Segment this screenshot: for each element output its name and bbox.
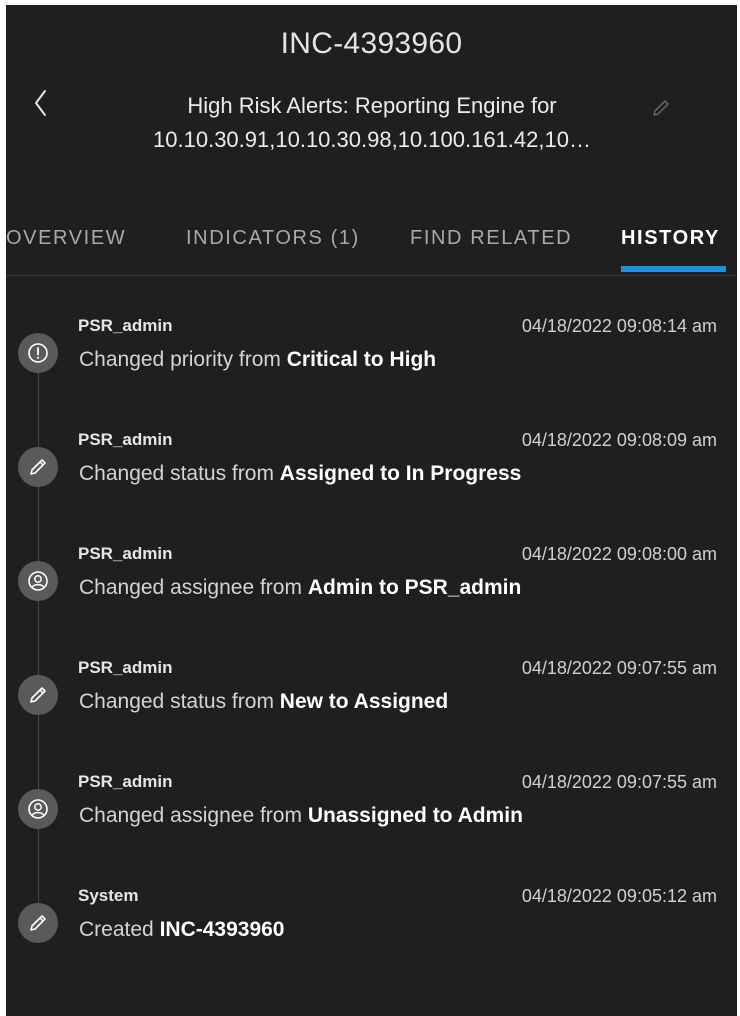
history-prefix: Changed status from [79,462,274,485]
history-timestamp: 04/18/2022 09:08:14 am [521,316,717,336]
history-timestamp: 04/18/2022 09:08:09 am [521,430,717,450]
history-detail: Assigned to In Progress [279,462,522,485]
history-description: Changed status from Assigned to In Progr… [79,462,521,486]
history-user: PSR_admin [78,772,173,791]
incident-title-line1: High Risk Alerts: Reporting Engine for [187,93,557,118]
history-user: PSR_admin [78,544,173,563]
pencil-icon [18,447,58,487]
tab-history[interactable]: HISTORY [621,227,720,250]
back-button[interactable] [28,83,56,123]
history-detail: Critical to High [286,348,437,371]
chevron-left-icon [35,90,46,116]
history-detail: New to Assigned [279,690,449,713]
history-description: Changed priority from Critical to High [79,348,436,372]
history-entry: PSR_admin 04/18/2022 09:08:00 am Changed… [6,538,737,628]
edit-title-button[interactable] [650,97,672,119]
incident-panel: INC-4393960 High Risk Alerts: Reporting … [6,5,737,1016]
history-description: Changed assignee from Unassigned to Admi… [79,804,523,828]
history-entry: PSR_admin 04/18/2022 09:08:09 am Changed… [6,424,737,514]
history-detail: Unassigned to Admin [307,804,523,827]
incident-title-line2: 10.10.30.91,10.10.30.98,10.100.161.42,10… [153,127,591,152]
history-timestamp: 04/18/2022 09:07:55 am [521,658,717,678]
active-tab-indicator [621,266,726,272]
history-timestamp: 04/18/2022 09:07:55 am [521,772,717,792]
history-user: System [78,886,139,905]
history-timestamp: 04/18/2022 09:08:00 am [521,544,717,564]
history-description: Changed assignee from Admin to PSR_admin [79,576,521,600]
pencil-icon [653,100,669,116]
history-detail: INC-4393960 [159,918,285,941]
history-description: Created INC-4393960 [79,918,284,942]
history-prefix: Changed status from [79,690,274,713]
tab-overview[interactable]: OVERVIEW [6,227,126,250]
history-prefix: Changed assignee from [79,576,302,599]
pencil-icon [18,903,58,943]
history-prefix: Changed priority from [79,348,281,371]
alert-icon [18,333,58,373]
history-entry: PSR_admin 04/18/2022 09:07:55 am Changed… [6,766,737,856]
tab-bar: OVERVIEW INDICATORS (1) FIND RELATED HIS… [6,215,737,276]
history-prefix: Changed assignee from [79,804,302,827]
tab-find-related[interactable]: FIND RELATED [410,227,572,250]
history-timestamp: 04/18/2022 09:05:12 am [521,886,717,906]
history-description: Changed status from New to Assigned [79,690,448,714]
history-prefix: Created [79,918,154,941]
user-icon [18,561,58,601]
history-entry: PSR_admin 04/18/2022 09:08:14 am Changed… [6,310,737,400]
history-user: PSR_admin [78,658,173,677]
tab-indicators[interactable]: INDICATORS (1) [186,227,360,250]
incident-title: High Risk Alerts: Reporting Engine for 1… [102,89,642,157]
history-detail: Admin to PSR_admin [307,576,522,599]
user-icon [18,789,58,829]
history-user: PSR_admin [78,430,173,449]
history-entry: PSR_admin 04/18/2022 09:07:55 am Changed… [6,652,737,742]
incident-id-title: INC-4393960 [280,27,463,60]
history-user: PSR_admin [78,316,173,335]
pencil-icon [18,675,58,715]
history-entry: System 04/18/2022 09:05:12 am Created IN… [6,880,737,970]
